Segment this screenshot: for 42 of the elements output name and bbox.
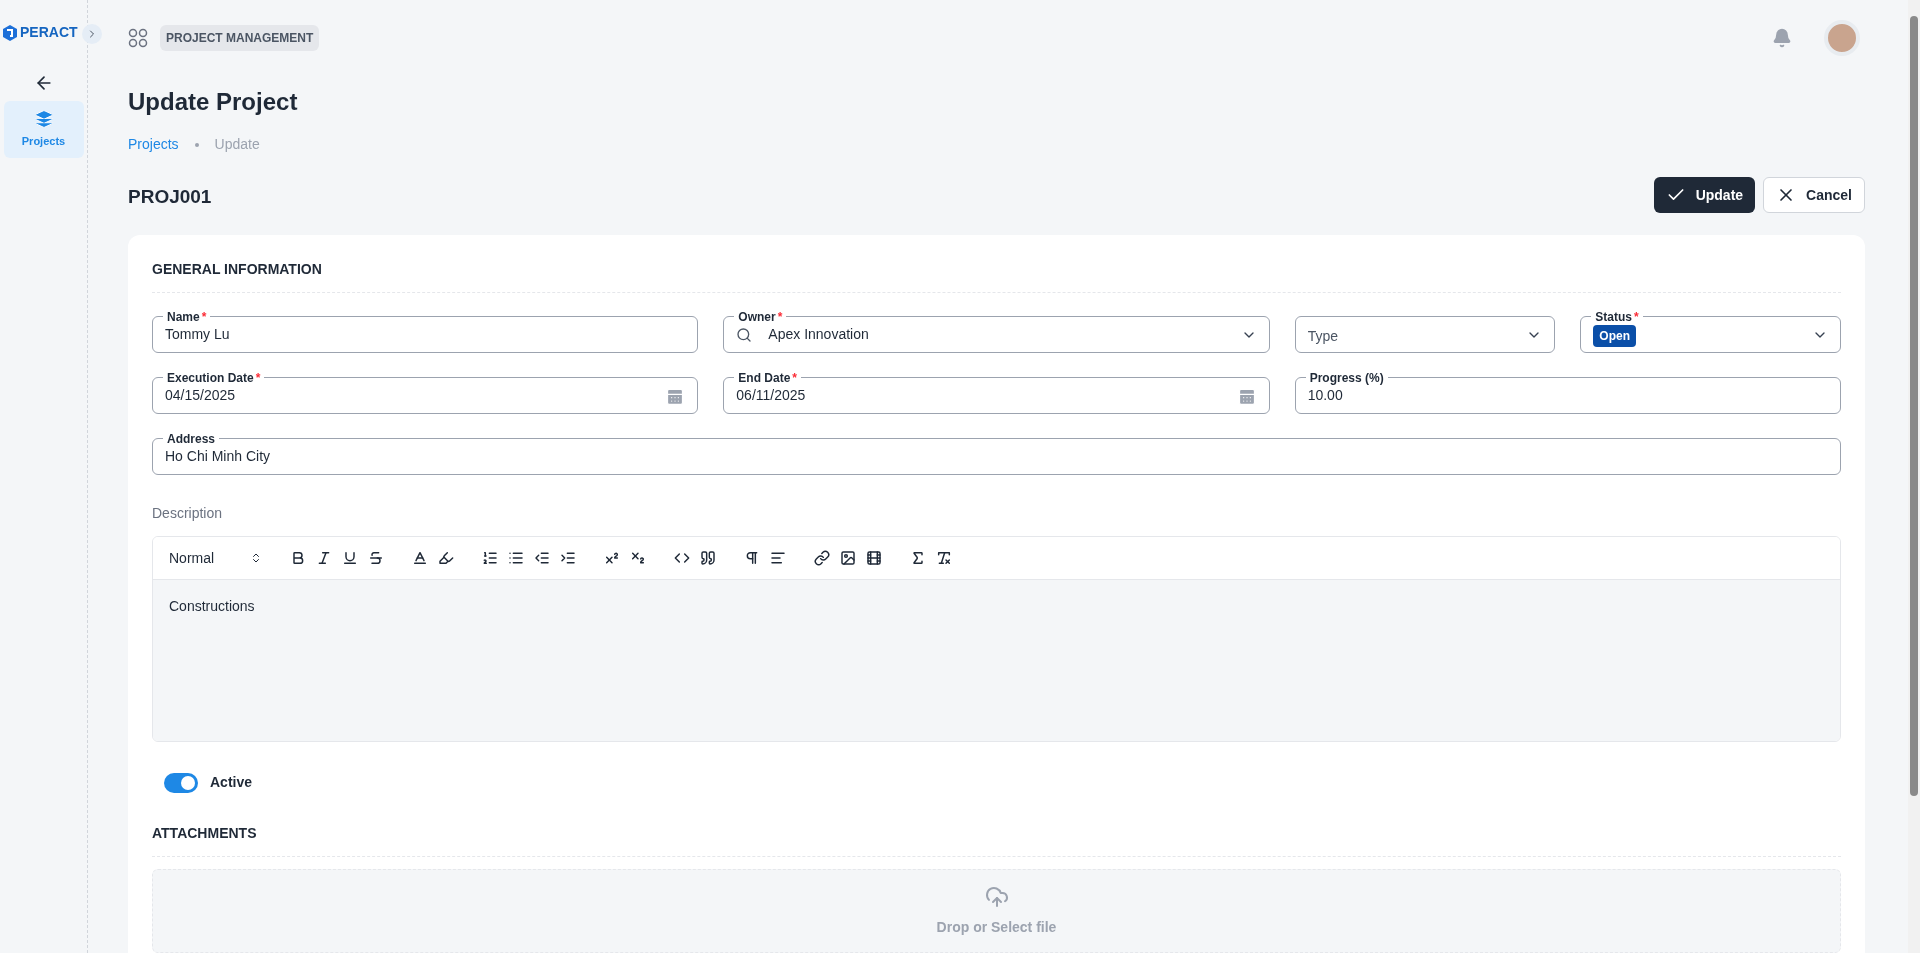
breadcrumb-current: Update — [214, 135, 260, 154]
search-icon — [736, 326, 753, 343]
breadcrumb-link[interactable]: Projects — [128, 134, 179, 155]
project-code: PROJ001 — [128, 184, 212, 209]
scrollbar[interactable] — [1908, 0, 1920, 953]
underline-icon[interactable] — [342, 550, 359, 566]
active-toggle[interactable] — [164, 772, 198, 793]
module-badge: PROJECT MANAGEMENT — [160, 25, 320, 51]
update-button[interactable]: Update — [1653, 177, 1756, 213]
format-select[interactable]: Normal — [169, 547, 263, 569]
text-color-icon[interactable] — [412, 550, 429, 566]
clear-format-icon[interactable] — [936, 550, 953, 566]
indent-icon[interactable] — [560, 550, 577, 566]
field-label: Progress (%) — [1305, 370, 1388, 386]
status-badge: Open — [1593, 324, 1636, 347]
upload-cloud-icon — [984, 884, 1009, 909]
section-title: ATTACHMENTS — [152, 823, 1841, 857]
page-title: Update Project — [128, 88, 298, 116]
ordered-list-icon[interactable] — [482, 550, 499, 566]
highlight-icon[interactable] — [438, 550, 455, 566]
editor-content: Constructions — [169, 597, 256, 616]
quote-icon[interactable] — [700, 550, 717, 566]
apps-grid-icon[interactable] — [128, 28, 148, 48]
strikethrough-icon[interactable] — [368, 550, 385, 566]
layers-icon — [33, 109, 54, 130]
bullet-list-icon[interactable] — [508, 550, 525, 566]
select-field[interactable]: Type — [1294, 316, 1556, 353]
dropzone-text: Drop or Select file — [936, 917, 1057, 937]
rich-text-editor[interactable]: Normal Constructions — [152, 536, 1841, 742]
film-icon[interactable] — [866, 550, 883, 566]
logo-text: PERACT — [20, 23, 78, 42]
outdent-icon[interactable] — [534, 550, 551, 566]
superscript-icon[interactable] — [604, 550, 621, 566]
code-icon[interactable] — [674, 550, 691, 566]
section-title: GENERAL INFORMATION — [152, 259, 1841, 293]
description-label: Description — [152, 504, 224, 523]
image-icon[interactable] — [840, 550, 857, 566]
align-left-icon[interactable] — [770, 550, 787, 566]
subscript-icon[interactable] — [630, 550, 647, 566]
cancel-button[interactable]: Cancel — [1763, 177, 1865, 213]
link-icon[interactable] — [814, 550, 831, 566]
toggle-label: Active — [210, 773, 253, 792]
